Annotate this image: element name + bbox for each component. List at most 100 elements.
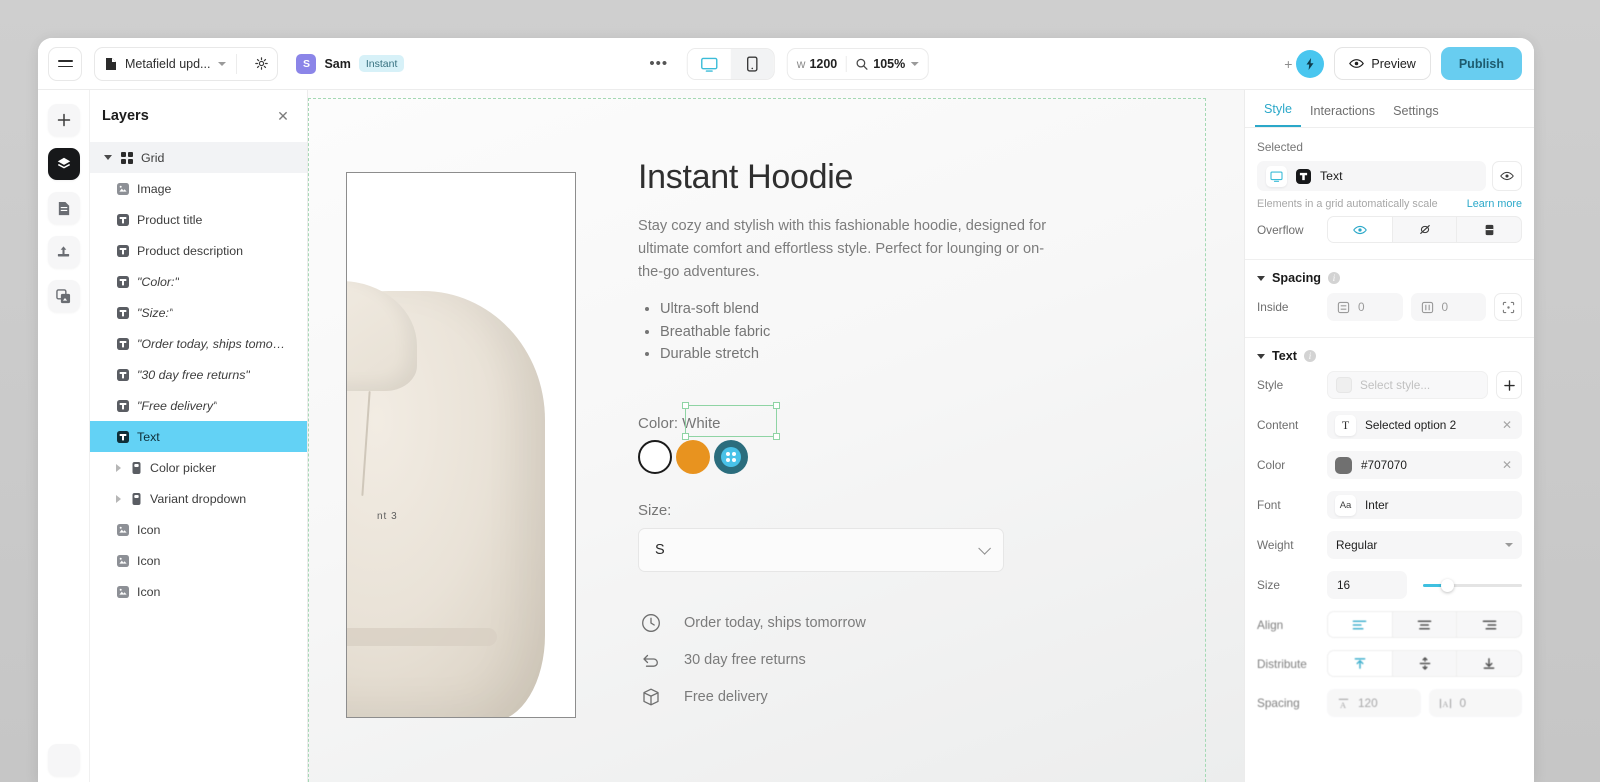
selected-section: Selected Text (1245, 128, 1534, 191)
layer-row[interactable]: Icon (90, 545, 307, 576)
preview-button[interactable]: Preview (1334, 47, 1431, 80)
chevron-down-icon (1257, 275, 1265, 281)
info-icon[interactable]: i (1328, 272, 1340, 284)
chevron-down-icon[interactable] (911, 62, 920, 66)
line-height-input[interactable]: A 120 (1327, 689, 1421, 717)
rail-layers-button[interactable] (47, 148, 80, 180)
layer-row[interactable]: Grid (90, 142, 307, 173)
teal-swatch[interactable] (714, 440, 748, 474)
chevron-right-icon[interactable] (116, 463, 121, 472)
inside-vertical-input[interactable]: 0 (1327, 293, 1403, 321)
file-selector[interactable]: Metafield upd... (94, 46, 279, 81)
style-select[interactable]: Select style... (1327, 371, 1488, 399)
rail-components-button[interactable] (47, 280, 80, 312)
publish-button[interactable]: Publish (1440, 47, 1522, 80)
tab-style[interactable]: Style (1255, 102, 1301, 127)
layer-row[interactable]: "Color:" (90, 266, 307, 297)
align-right-button[interactable] (1457, 612, 1521, 637)
clear-color-icon[interactable]: ✕ (1502, 458, 1514, 472)
distribute-middle-button[interactable] (1393, 651, 1458, 676)
layer-row[interactable]: "Size:" (90, 297, 307, 328)
canvas-area[interactable]: nt 3 Instant Hoodie Stay cozy and stylis… (308, 90, 1244, 782)
overflow-clip-button[interactable] (1457, 217, 1521, 242)
inside-all-sides-button[interactable] (1494, 293, 1522, 321)
tab-settings[interactable]: Settings (1384, 104, 1448, 127)
return-arrow-icon (640, 649, 662, 671)
layer-row[interactable]: Icon (90, 514, 307, 545)
learn-more-link[interactable]: Learn more (1467, 198, 1522, 210)
close-icon[interactable]: ✕ (273, 106, 293, 126)
settings-button[interactable] (247, 50, 275, 78)
quick-actions-button[interactable] (1296, 49, 1325, 78)
clear-content-icon[interactable]: ✕ (1502, 418, 1514, 432)
spacing-section-header[interactable]: Spacing i (1245, 260, 1534, 287)
add-style-button[interactable] (1496, 371, 1522, 399)
layer-row[interactable]: Image (90, 173, 307, 204)
overflow-visible-button[interactable] (1328, 217, 1393, 242)
letter-spacing-input[interactable]: A 0 (1428, 689, 1522, 717)
align-center-button[interactable] (1393, 612, 1458, 637)
weight-select[interactable]: Regular (1327, 531, 1522, 559)
distribute-top-button[interactable] (1328, 651, 1393, 676)
inside-horizontal-input[interactable]: 0 (1410, 293, 1486, 321)
orange-swatch[interactable] (676, 440, 710, 474)
device-toggle[interactable] (686, 48, 775, 80)
layer-row[interactable]: Product title (90, 204, 307, 235)
info-icon[interactable]: i (1303, 350, 1316, 362)
distribute-options[interactable] (1327, 650, 1522, 677)
layer-row[interactable]: "Order today, ships tomorr... (90, 328, 307, 359)
layer-label: "30 day free returns" (137, 367, 250, 382)
style-placeholder: Select style... (1360, 378, 1431, 392)
all-sides-icon (1502, 301, 1514, 313)
desktop-view-button[interactable] (687, 49, 731, 79)
layer-row[interactable]: "Free delivery" (90, 390, 307, 421)
slider-knob[interactable] (1441, 578, 1454, 592)
layer-row[interactable]: Product description (90, 235, 307, 266)
panel-tabs[interactable]: Style Interactions Settings (1245, 90, 1534, 128)
width-value[interactable]: 1200 (809, 57, 837, 71)
overflow-hidden-button[interactable] (1393, 217, 1458, 242)
chevron-right-icon[interactable] (116, 494, 121, 503)
magnifier-icon (856, 58, 869, 70)
size-select[interactable]: S (638, 528, 1004, 572)
perk-text: Order today, ships tomorrow (684, 615, 866, 631)
selected-row: Text (1257, 161, 1522, 191)
layer-row[interactable]: "30 day free returns" (90, 359, 307, 390)
layer-row[interactable]: Text (90, 421, 307, 452)
white-swatch[interactable] (638, 440, 672, 474)
overflow-options[interactable] (1327, 216, 1522, 243)
font-field[interactable]: Aa Inter (1327, 491, 1522, 519)
layer-row[interactable]: Color picker (90, 452, 307, 483)
product-image[interactable]: nt 3 (346, 172, 576, 718)
zoom-controls[interactable]: w 1200 105% (786, 48, 930, 80)
align-right-icon (1482, 620, 1497, 629)
distribute-bottom-button[interactable] (1457, 651, 1521, 676)
content-field[interactable]: T Selected option 2 ✕ (1327, 411, 1522, 439)
rail-assets-button[interactable] (47, 236, 80, 268)
rail-add-button[interactable] (47, 104, 80, 136)
rail-help-button[interactable] (47, 744, 80, 776)
align-left-button[interactable] (1328, 612, 1393, 637)
size-input[interactable]: 16 (1327, 571, 1407, 599)
user-chip[interactable]: S Sam Instant (296, 53, 405, 74)
layer-row[interactable]: Icon (90, 576, 307, 607)
size-slider[interactable] (1415, 571, 1522, 599)
align-options[interactable] (1327, 611, 1522, 638)
zoom-value[interactable]: 105% (873, 57, 905, 71)
spacing-title: Spacing (1272, 271, 1321, 285)
mobile-view-button[interactable] (730, 49, 774, 79)
rail-pages-button[interactable] (47, 192, 80, 224)
menu-button[interactable] (48, 46, 82, 81)
layer-row[interactable]: Variant dropdown (90, 483, 307, 514)
toggle-visibility-button[interactable] (1492, 161, 1522, 191)
add-collaborator-button[interactable]: + (1284, 56, 1292, 72)
text-icon (116, 399, 130, 413)
color-swatch[interactable] (1335, 456, 1352, 474)
chevron-down-icon[interactable] (104, 155, 112, 160)
color-label[interactable]: Color: White (638, 415, 721, 432)
color-field[interactable]: #707070 ✕ (1327, 451, 1522, 479)
tab-interactions[interactable]: Interactions (1301, 104, 1384, 127)
more-options-button[interactable]: ••• (643, 49, 675, 79)
selected-element-box[interactable]: Text (1257, 161, 1486, 191)
text-section-header[interactable]: Text i (1245, 338, 1534, 365)
